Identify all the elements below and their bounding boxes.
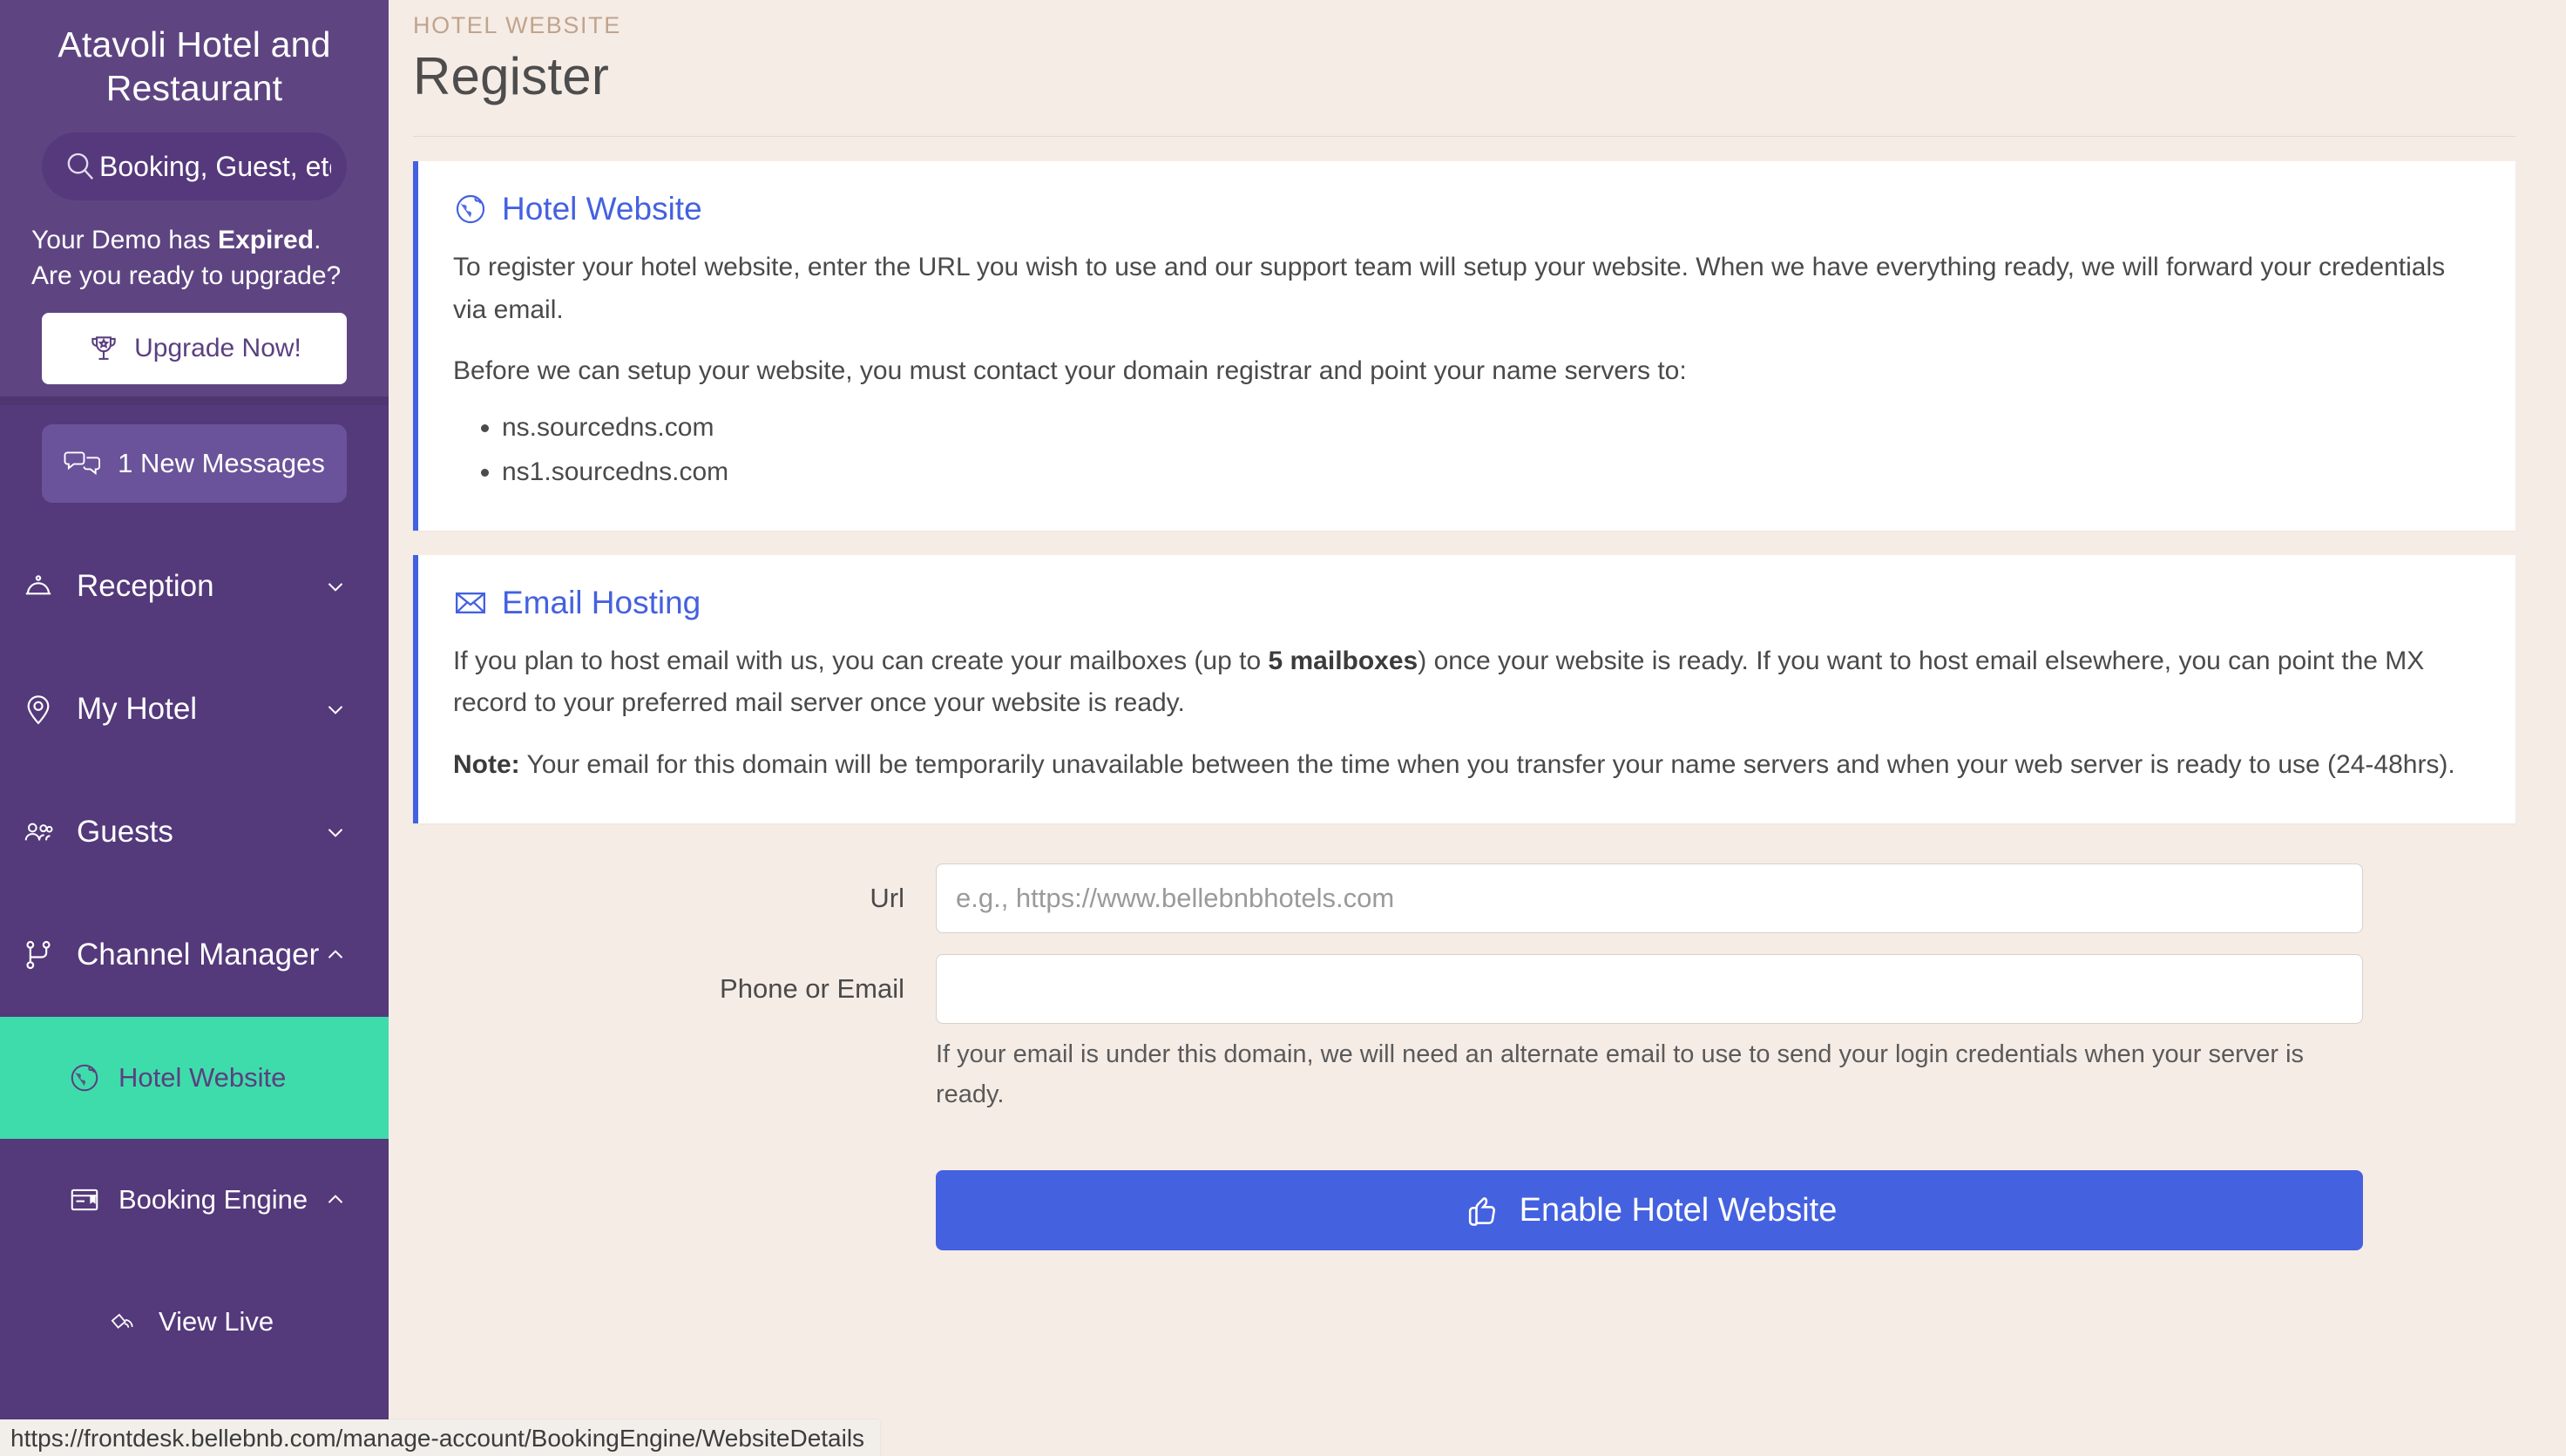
envelope-icon (453, 586, 488, 620)
sidebar-item-label: Hotel Website (118, 1061, 287, 1093)
demo-notice-bold: Expired (218, 226, 315, 255)
header-divider (413, 136, 2515, 137)
url-label: Url (870, 882, 904, 913)
card-title-text: Email Hosting (502, 584, 701, 620)
phone-or-email-input[interactable] (936, 953, 2363, 1024)
search-container (0, 110, 389, 201)
search-input[interactable] (99, 150, 331, 183)
sidebar-divider (0, 396, 389, 405)
submit-row: Enable Hotel Website (413, 1170, 2515, 1251)
url-field-wrap (936, 863, 2363, 933)
sidebar-item-reception[interactable]: Reception (0, 525, 389, 648)
upgrade-now-label: Upgrade Now! (134, 334, 301, 363)
email-hosting-card: Email Hosting If you plan to host email … (413, 554, 2515, 823)
phone-or-email-label: Phone or Email (720, 972, 904, 1004)
sidebar-item-label: Guests (77, 815, 173, 850)
demo-expired-notice: Your Demo has Expired. Are you ready to … (0, 200, 389, 294)
breadcrumb: HOTEL WEBSITE (413, 12, 621, 38)
hotel-website-paragraph-2: Before we can setup your website, you mu… (453, 356, 1687, 386)
brand-title: Atavoli Hotel and Restaurant (58, 24, 331, 109)
upgrade-now-button[interactable]: Upgrade Now! (42, 313, 347, 385)
browser-icon (64, 1183, 105, 1216)
sidebar-item-label: View Live (159, 1305, 274, 1337)
email-hosting-paragraph-1: If you plan to host email with us, you c… (453, 640, 2481, 725)
list-item: ns1.sourcedns.com (502, 450, 2481, 494)
sidebar-item-view-live[interactable]: View Live (0, 1261, 389, 1383)
enable-hotel-website-label: Enable Hotel Website (1519, 1191, 1838, 1229)
contact-field-row: Phone or Email If your email is under th… (413, 953, 2515, 1115)
globe-icon (453, 192, 488, 227)
status-bar-url: https://frontdesk.bellebnb.com/manage-ac… (0, 1419, 881, 1456)
main-inner: HOTEL WEBSITE Register Hotel Website To … (389, 0, 2566, 1251)
sidebar-item-booking-engine[interactable]: Booking Engine (0, 1139, 389, 1261)
map-pin-icon (16, 692, 61, 727)
new-messages-button[interactable]: 1 New Messages (42, 423, 347, 503)
hotel-website-card: Hotel Website To register your hotel web… (413, 161, 2515, 531)
sidebar: Atavoli Hotel and Restaurant Your Demo h… (0, 0, 389, 1456)
upgrade-container: Upgrade Now! (0, 294, 389, 385)
sidebar-item-channel-manager[interactable]: Channel Manager (0, 894, 389, 1017)
page-header: HOTEL WEBSITE Register (413, 0, 2515, 137)
search-box[interactable] (42, 132, 347, 201)
demo-notice-prefix: Your Demo has (31, 226, 219, 255)
register-website-form: Url Phone or Email If your email is unde… (413, 863, 2515, 1251)
bell-icon (16, 569, 61, 604)
sidebar-item-label: Channel Manager (77, 938, 320, 972)
email-hosting-note: Note: Your email for this domain will be… (453, 744, 2481, 787)
sidebar-messages-section: 1 New Messages (0, 404, 389, 525)
sidebar-item-label: Booking Engine (118, 1183, 308, 1215)
sidebar-item-label: Reception (77, 569, 214, 604)
branch-icon (16, 938, 61, 972)
globe-icon (64, 1061, 105, 1094)
chevron-down-icon[interactable] (321, 573, 350, 599)
people-icon (16, 815, 61, 850)
submit-spacer (413, 1170, 936, 1250)
page-title: Register (413, 47, 610, 105)
hotel-website-paragraph-1: To register your hotel website, enter th… (453, 253, 2446, 324)
email-p1-part-a: If you plan to host email with us, you c… (453, 646, 1269, 675)
note-text: Your email for this domain will be tempo… (519, 749, 2455, 779)
url-field-row: Url (413, 863, 2515, 933)
list-item: ns.sourcedns.com (502, 405, 2481, 450)
trophy-icon (87, 332, 120, 365)
thumbs-up-icon (1462, 1191, 1500, 1229)
note-label: Note: (453, 749, 520, 779)
satellite-icon (105, 1306, 145, 1337)
email-hosting-card-title: Email Hosting (453, 585, 2481, 621)
sidebar-item-hotel-website[interactable]: Hotel Website (0, 1016, 389, 1139)
chevron-up-icon[interactable] (321, 942, 350, 968)
search-icon (63, 149, 98, 184)
sidebar-top-section: Atavoli Hotel and Restaurant Your Demo h… (0, 0, 389, 397)
sidebar-nav: Reception My Hotel Guests Channel Manage… (0, 525, 389, 1456)
contact-field-wrap: If your email is under this domain, we w… (936, 953, 2363, 1115)
card-title-text: Hotel Website (502, 191, 702, 227)
chat-bubbles-icon (64, 449, 102, 478)
sidebar-item-label: My Hotel (77, 692, 198, 727)
main-content: HOTEL WEBSITE Register Hotel Website To … (389, 0, 2566, 1456)
new-messages-label: 1 New Messages (118, 447, 325, 478)
chevron-down-icon[interactable] (321, 819, 350, 845)
contact-help-text: If your email is under this domain, we w… (936, 1040, 2305, 1108)
sidebar-item-guests[interactable]: Guests (0, 771, 389, 894)
chevron-down-icon[interactable] (321, 696, 350, 722)
enable-hotel-website-button[interactable]: Enable Hotel Website (936, 1170, 2363, 1251)
hotel-website-card-title: Hotel Website (453, 191, 2481, 227)
sidebar-item-my-hotel[interactable]: My Hotel (0, 648, 389, 771)
chevron-up-icon[interactable] (321, 1187, 350, 1213)
email-p1-bold: 5 mailboxes (1268, 646, 1418, 675)
nameserver-list: ns.sourcedns.com ns1.sourcedns.com (502, 405, 2481, 494)
url-input[interactable] (936, 863, 2363, 933)
app-root: Atavoli Hotel and Restaurant Your Demo h… (0, 0, 2566, 1456)
